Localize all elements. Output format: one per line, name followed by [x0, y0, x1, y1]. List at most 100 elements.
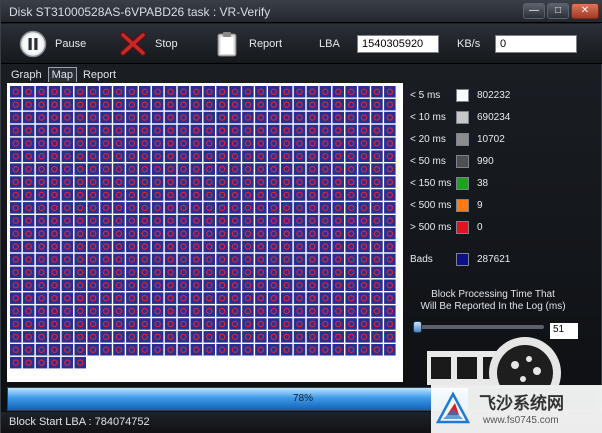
map-block	[10, 202, 22, 214]
map-block	[22, 227, 35, 240]
map-block	[190, 215, 203, 227]
map-block	[203, 240, 215, 253]
map-block	[255, 86, 267, 98]
map-block	[177, 98, 190, 111]
map-block	[319, 253, 332, 266]
map-block	[87, 331, 99, 343]
map-block	[35, 150, 48, 162]
map-block	[255, 150, 267, 162]
map-block	[371, 227, 383, 240]
legend-swatch	[456, 89, 469, 102]
map-block	[126, 163, 138, 175]
map-block	[139, 111, 151, 124]
map-block	[203, 344, 215, 356]
map-block	[306, 189, 319, 201]
slider-thumb[interactable]	[412, 321, 422, 333]
map-block	[151, 227, 164, 240]
map-block	[280, 227, 293, 240]
map-block	[280, 305, 293, 317]
maximize-button[interactable]: □	[547, 3, 569, 19]
map-block	[74, 253, 86, 266]
map-block	[177, 279, 190, 291]
map-block	[216, 86, 228, 98]
legend-swatch	[456, 111, 469, 124]
map-block	[177, 227, 190, 240]
map-block	[139, 253, 151, 266]
map-block	[306, 253, 319, 266]
map-block	[87, 98, 99, 111]
map-block	[48, 331, 61, 343]
map-block	[113, 215, 125, 227]
map-block	[358, 215, 370, 227]
map-block	[139, 124, 151, 137]
map-block	[190, 98, 203, 111]
map-block	[384, 344, 396, 356]
map-block	[177, 240, 190, 253]
tab-map[interactable]: Map	[47, 67, 77, 82]
map-block	[255, 240, 267, 253]
map-block	[113, 266, 125, 279]
map-block	[151, 98, 164, 111]
map-block	[384, 124, 396, 137]
map-block	[358, 305, 370, 317]
map-block	[48, 150, 61, 162]
map-block	[35, 215, 48, 227]
map-block	[22, 150, 35, 162]
map-block	[113, 176, 125, 188]
map-block	[371, 331, 383, 343]
map-block	[164, 253, 177, 266]
map-block	[100, 137, 112, 150]
map-block	[151, 292, 164, 304]
map-block	[190, 266, 203, 279]
close-button[interactable]: ✕	[571, 3, 599, 19]
pause-button[interactable]: Pause	[19, 30, 86, 58]
map-block	[345, 331, 357, 343]
map-block	[319, 163, 332, 175]
map-block	[74, 292, 86, 304]
map-block	[126, 124, 138, 137]
map-block	[164, 227, 177, 240]
map-block	[216, 266, 228, 279]
map-block	[255, 215, 267, 227]
legend-label: < 20 ms	[410, 134, 446, 145]
stop-button[interactable]: Stop	[119, 30, 178, 58]
map-block	[10, 292, 22, 304]
map-block	[164, 137, 177, 150]
legend-swatch	[456, 221, 469, 234]
map-block	[61, 215, 74, 227]
map-block	[255, 163, 267, 175]
kbs-field[interactable]: 0	[495, 35, 577, 53]
map-block	[371, 86, 383, 98]
map-block	[332, 176, 344, 188]
map-block	[242, 292, 254, 304]
tab-graph[interactable]: Graph	[7, 67, 46, 82]
map-block	[358, 163, 370, 175]
map-block	[384, 137, 396, 150]
map-block	[203, 150, 215, 162]
map-block	[293, 215, 306, 227]
map-block	[10, 189, 22, 201]
lba-field[interactable]: 1540305920	[357, 35, 439, 53]
threshold-slider[interactable]	[412, 321, 544, 333]
map-block	[48, 86, 61, 98]
map-block	[74, 305, 86, 317]
map-block	[10, 227, 22, 240]
map-block	[229, 240, 241, 253]
map-block	[332, 266, 344, 279]
tab-report[interactable]: Report	[79, 67, 120, 82]
legend-count: 287621	[477, 254, 511, 265]
map-block	[229, 279, 241, 291]
map-block	[74, 189, 86, 201]
map-block	[306, 318, 319, 330]
map-block	[242, 215, 254, 227]
map-block	[332, 305, 344, 317]
map-block	[242, 176, 254, 188]
map-block	[151, 163, 164, 175]
map-block	[345, 189, 357, 201]
minimize-button[interactable]: —	[523, 3, 545, 19]
map-block	[268, 331, 280, 343]
map-block	[242, 150, 254, 162]
map-block	[345, 202, 357, 214]
report-button[interactable]: Report	[213, 30, 282, 58]
map-block	[280, 111, 293, 124]
